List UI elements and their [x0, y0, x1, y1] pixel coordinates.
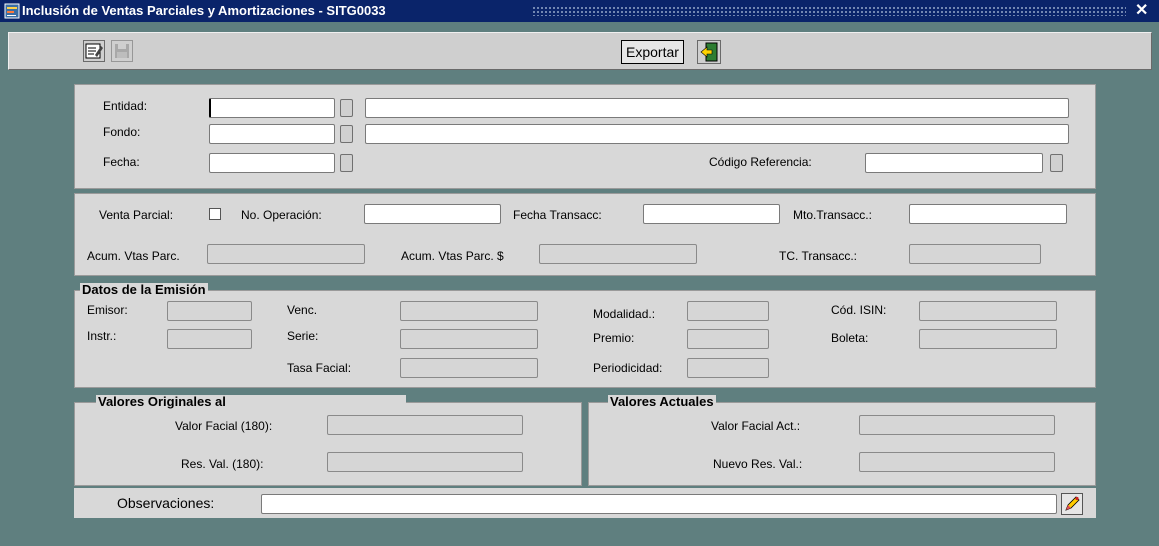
- acum-vtas-parc-label: Acum. Vtas Parc.: [87, 249, 180, 263]
- pencil-icon: [1065, 496, 1080, 511]
- nuevo-res-val-label: Nuevo Res. Val.:: [713, 457, 803, 471]
- valor-facial-act-label: Valor Facial Act.:: [711, 419, 801, 433]
- boleta-field: [919, 329, 1057, 349]
- periodicidad-field: [687, 358, 769, 378]
- nuevo-res-val-field: [859, 452, 1055, 472]
- periodicidad-label: Periodicidad:: [593, 361, 663, 375]
- fecha-transacc-label: Fecha Transacc:: [513, 208, 602, 222]
- mto-transacc-field[interactable]: [909, 204, 1067, 224]
- export-button[interactable]: Exportar: [621, 40, 684, 64]
- boleta-label: Boleta:: [831, 331, 869, 345]
- observaciones-field[interactable]: [261, 494, 1057, 514]
- codigo-referencia-field[interactable]: [865, 153, 1043, 173]
- emisor-label: Emisor:: [87, 303, 128, 317]
- venta-parcial-checkbox[interactable]: [209, 208, 221, 220]
- valor-facial-field: [327, 415, 523, 435]
- tasa-facial-label: Tasa Facial:: [287, 361, 352, 375]
- codigo-referencia-label: Código Referencia:: [709, 155, 812, 169]
- edit-button[interactable]: [83, 40, 105, 62]
- serie-label: Serie:: [287, 329, 319, 343]
- fecha-label: Fecha:: [103, 155, 140, 169]
- header-panel: Entidad: Fondo: Fecha: Código Referencia…: [74, 84, 1096, 189]
- fondo-name-field[interactable]: [365, 124, 1069, 144]
- valores-actuales-panel: Valor Facial Act.: Nuevo Res. Val.:: [588, 402, 1096, 486]
- venc-label: Venc.: [287, 303, 318, 317]
- fecha-field[interactable]: [209, 153, 335, 173]
- exit-icon: [700, 42, 718, 62]
- instr-field: [167, 329, 252, 349]
- edit-icon: [85, 43, 103, 59]
- fecha-lov-button[interactable]: [340, 154, 353, 172]
- toolbar: Exportar: [8, 32, 1152, 70]
- emisor-field: [167, 301, 252, 321]
- premio-field: [687, 329, 769, 349]
- valor-facial-act-field: [859, 415, 1055, 435]
- observaciones-panel: Observaciones:: [74, 488, 1096, 518]
- venta-parcial-label: Venta Parcial:: [99, 208, 174, 222]
- tc-transacc-label: TC. Transacc.:: [779, 249, 858, 263]
- venc-field: [400, 301, 538, 321]
- acum-vtas-parc-field: [207, 244, 365, 264]
- emision-panel: Emisor: Instr.: Venc. Serie: Tasa Facial…: [74, 290, 1096, 388]
- close-icon[interactable]: ✕: [1135, 2, 1148, 20]
- observaciones-editor-button[interactable]: [1061, 493, 1083, 515]
- mto-transacc-label: Mto.Transacc.:: [793, 208, 872, 222]
- fondo-lov-button[interactable]: [340, 125, 353, 143]
- valores-originales-legend-text: Valores Originales al: [98, 394, 226, 409]
- cod-isin-field: [919, 301, 1057, 321]
- acum-vtas-parc-dolar-label: Acum. Vtas Parc. $: [401, 249, 504, 263]
- valores-actuales-legend: Valores Actuales: [608, 394, 716, 409]
- titlebar-pattern: [532, 6, 1126, 16]
- modalidad-label: Modalidad.:: [593, 307, 656, 321]
- emision-legend: Datos de la Emisión: [80, 282, 208, 297]
- modalidad-field: [687, 301, 769, 321]
- res-val-field: [327, 452, 523, 472]
- fecha-transacc-field[interactable]: [643, 204, 780, 224]
- valores-originales-panel: Valor Facial (180): Res. Val. (180):: [74, 402, 582, 486]
- window-title: Inclusión de Ventas Parciales y Amortiza…: [22, 3, 386, 18]
- instr-label: Instr.:: [87, 329, 117, 343]
- entidad-name-field[interactable]: [365, 98, 1069, 118]
- res-val-label: Res. Val. (180):: [181, 457, 264, 471]
- observaciones-label: Observaciones:: [117, 495, 215, 511]
- acum-vtas-parc-dolar-field: [539, 244, 697, 264]
- entidad-lov-button[interactable]: [340, 99, 353, 117]
- codigo-referencia-lov-button[interactable]: [1050, 154, 1063, 172]
- tasa-facial-field: [400, 358, 538, 378]
- app-icon: [4, 3, 20, 19]
- fondo-code-field[interactable]: [209, 124, 335, 144]
- valores-originales-legend: Valores Originales al: [96, 395, 406, 409]
- valor-facial-label: Valor Facial (180):: [175, 419, 273, 433]
- no-operacion-field[interactable]: [364, 204, 501, 224]
- fondo-label: Fondo:: [103, 125, 141, 139]
- tc-transacc-field: [909, 244, 1041, 264]
- no-operacion-label: No. Operación:: [241, 208, 322, 222]
- entidad-code-field[interactable]: [209, 98, 335, 118]
- save-icon: [115, 44, 129, 58]
- entidad-label: Entidad:: [103, 99, 148, 113]
- serie-field: [400, 329, 538, 349]
- cod-isin-label: Cód. ISIN:: [831, 303, 887, 317]
- title-bar: Inclusión de Ventas Parciales y Amortiza…: [0, 0, 1159, 22]
- premio-label: Premio:: [593, 331, 635, 345]
- exit-button[interactable]: [697, 40, 721, 64]
- transaccion-panel: Venta Parcial: No. Operación: Fecha Tran…: [74, 193, 1096, 276]
- save-button[interactable]: [111, 40, 133, 62]
